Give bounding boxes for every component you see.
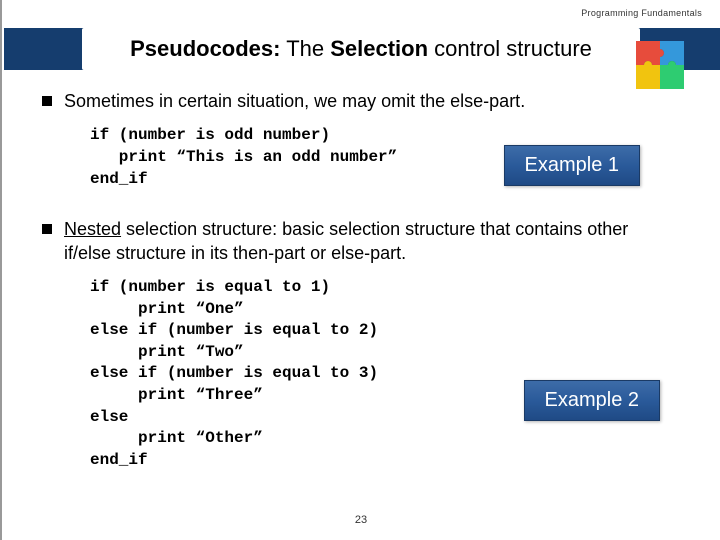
bullet-2: Nested selection structure: basic select… [42,218,680,265]
bullet-1: Sometimes in certain situation, we may o… [42,90,680,113]
example-2-badge: Example 2 [524,380,661,421]
slide-title: Pseudocodes: The Selection control struc… [2,36,720,62]
title-plain-1: The [280,36,330,61]
course-header: Programming Fundamentals [581,8,702,18]
bullet-marker-icon [42,96,52,106]
code-block-2: if (number is equal to 1) print “One” el… [90,277,680,471]
title-plain-2: control structure [428,36,592,61]
bullet-2-rest: selection structure: basic selection str… [64,219,628,262]
page-number: 23 [2,514,720,526]
bullet-2-underline: Nested [64,219,121,239]
example-1-badge: Example 1 [504,145,641,186]
bullet-1-text: Sometimes in certain situation, we may o… [64,90,525,113]
puzzle-icon [630,35,710,115]
bullet-2-text: Nested selection structure: basic select… [64,218,680,265]
title-bold-2: Selection [330,36,428,61]
slide: Programming Fundamentals Pseudocodes: Th… [0,0,720,540]
bullet-marker-icon [42,224,52,234]
title-bold-1: Pseudocodes: [130,36,280,61]
